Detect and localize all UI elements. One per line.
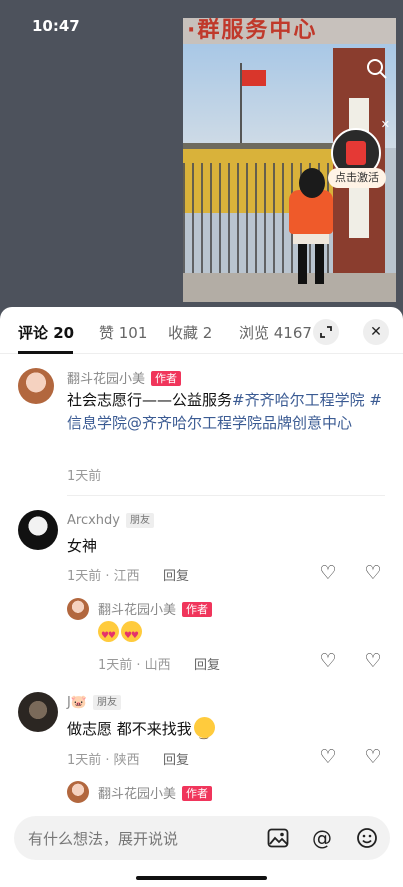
reply-button[interactable]: 回复 xyxy=(194,654,220,673)
reply-username[interactable]: 翻斗花园小美 作者 xyxy=(98,599,213,618)
comment-username[interactable]: Arcxhdy 朋友 xyxy=(67,513,154,528)
reply-username[interactable]: 翻斗花园小美 作者 xyxy=(98,783,213,802)
heart-eyes-emoji-icon xyxy=(98,621,119,648)
annoyed-emoji-icon xyxy=(193,717,215,746)
avatar[interactable] xyxy=(67,781,89,803)
tab-favorites[interactable]: 收藏 2 xyxy=(168,322,212,343)
close-icon[interactable]: ✕ xyxy=(363,319,389,345)
flag xyxy=(242,70,266,86)
comment-meta: 1天前 xyxy=(67,469,102,484)
tab-likes[interactable]: 赞 101 xyxy=(99,322,147,343)
comment-text: 社会志愿行——公益服务#齐齐哈尔工程学院 #信息学院@齐齐哈尔工程学院品牌创意中… xyxy=(67,391,382,432)
comment-username[interactable]: J🐷 朋友 xyxy=(67,695,122,710)
person-legs xyxy=(298,244,324,284)
at-icon[interactable]: @ xyxy=(310,826,334,850)
close-icon[interactable]: ✕ xyxy=(381,118,390,131)
author-badge: 作者 xyxy=(182,786,213,801)
author-badge: 作者 xyxy=(151,371,182,386)
author-badge: 作者 xyxy=(182,602,213,617)
reply-button[interactable]: 回复 xyxy=(163,565,189,584)
tab-bar: 评论 20 赞 101 收藏 2 浏览 4167 ✕ xyxy=(0,307,403,354)
mention-link[interactable]: @齐齐哈尔工程学院品牌创意中心 xyxy=(127,414,352,432)
broken-heart-icon[interactable]: ♡ xyxy=(362,746,384,768)
divider xyxy=(67,495,385,496)
active-tab-indicator xyxy=(18,351,73,354)
heart-outline-icon[interactable]: ♡ xyxy=(317,650,339,672)
tab-views[interactable]: 浏览 4167 xyxy=(239,322,312,343)
reply-emoji-text xyxy=(98,621,142,648)
activate-button[interactable]: 点击激活 xyxy=(328,168,386,188)
status-time: 10:47 xyxy=(32,17,80,35)
heart-outline-icon[interactable]: ♡ xyxy=(317,562,339,584)
heart-eyes-emoji-icon xyxy=(121,621,142,648)
video-area[interactable]: 10:47 ·群服务中心 ✕ 点击激活 xyxy=(0,0,403,320)
hashtag-link[interactable]: #齐齐哈尔工程学院 xyxy=(232,391,365,409)
comment-text: 女神 xyxy=(67,537,98,555)
home-indicator xyxy=(136,876,267,880)
video-thumbnail[interactable]: ·群服务中心 ✕ 点击激活 xyxy=(183,18,396,302)
comment-meta: 1天前 · 陕西 xyxy=(67,753,140,768)
broken-heart-icon[interactable]: ♡ xyxy=(362,650,384,672)
avatar[interactable] xyxy=(18,510,58,550)
comment-input-placeholder[interactable]: 有什么想法，展开说说 xyxy=(28,828,178,849)
reply-meta: 1天前 · 山西 xyxy=(98,658,171,673)
heart-outline-icon[interactable]: ♡ xyxy=(317,746,339,768)
avatar[interactable] xyxy=(18,368,54,404)
search-icon[interactable] xyxy=(366,58,388,85)
comment-meta: 1天前 · 江西 xyxy=(67,569,140,584)
person-head xyxy=(299,168,325,198)
video-banner-text: ·群服务中心 xyxy=(183,18,396,44)
comment-username[interactable]: 翻斗花园小美 作者 xyxy=(67,368,182,387)
comment-text: 做志愿 都不来找我 xyxy=(67,717,215,746)
broken-heart-icon[interactable]: ♡ xyxy=(362,562,384,584)
avatar[interactable] xyxy=(18,692,58,732)
friend-badge: 朋友 xyxy=(125,513,154,528)
tab-comments[interactable]: 评论 20 xyxy=(18,322,74,343)
emoji-icon[interactable] xyxy=(355,826,379,850)
avatar[interactable] xyxy=(67,598,89,620)
reply-button[interactable]: 回复 xyxy=(163,749,189,768)
comment-sheet: 评论 20 赞 101 收藏 2 浏览 4167 ✕ 翻斗花园小美 作者 社会志愿… xyxy=(0,307,403,887)
image-icon[interactable] xyxy=(266,826,290,850)
expand-icon[interactable] xyxy=(313,319,339,345)
ground xyxy=(183,273,396,302)
friend-badge: 朋友 xyxy=(93,695,122,710)
comment-input-bar[interactable]: 有什么想法，展开说说 @ xyxy=(14,816,390,860)
